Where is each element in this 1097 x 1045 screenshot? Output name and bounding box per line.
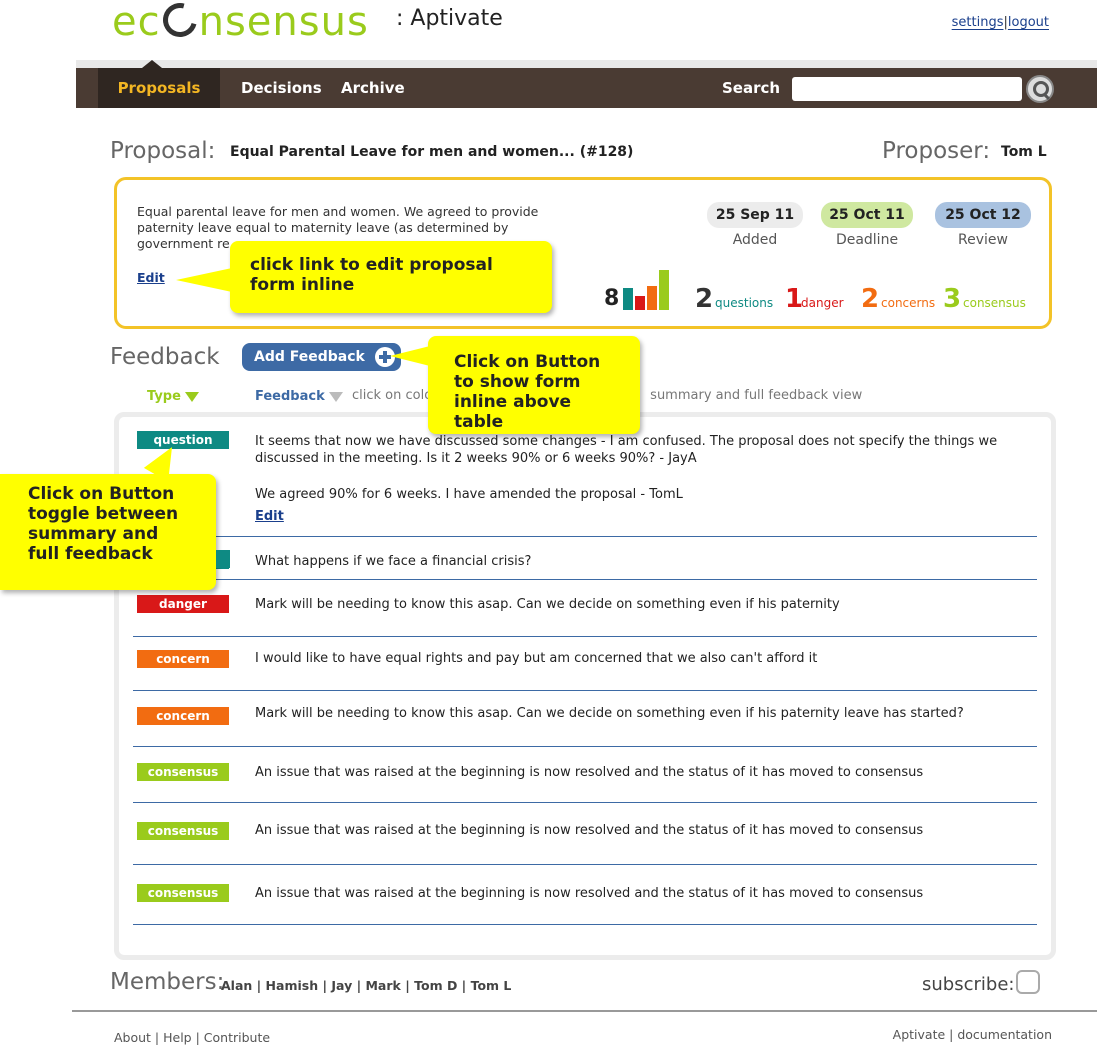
logo-text: ec nsensus [112, 0, 369, 44]
add-feedback-button[interactable]: Add Feedback [242, 343, 401, 371]
econsensus-logo[interactable]: ec nsensus [112, 0, 369, 44]
danger-label: danger [801, 296, 844, 310]
members-label: Members: [110, 969, 225, 995]
consensus-count: 3 [943, 284, 962, 314]
account-links: settings|logout [952, 15, 1049, 30]
search-icon[interactable] [1026, 75, 1054, 103]
type-badge-consensus[interactable]: consensus [137, 822, 229, 840]
add-feedback-label: Add Feedback [254, 349, 365, 365]
type-column-header[interactable]: Type [147, 389, 199, 404]
row-divider [133, 690, 1037, 691]
deadline-date-badge: 25 Oct 11 [821, 202, 913, 228]
callout-edit-inline: click link to edit proposal form inline [230, 241, 552, 313]
hint-text-end: summary and full feedback view [650, 388, 863, 403]
tab-proposals[interactable]: Proposals [98, 60, 220, 108]
members-list: Alan | Hamish | Jay | Mark | Tom D | Tom… [221, 978, 512, 993]
footer-links-right[interactable]: Aptivate | documentation [893, 1027, 1052, 1042]
callout-pointer [176, 268, 232, 292]
row-divider [133, 536, 1037, 537]
type-badge-question-fragment [216, 550, 230, 568]
type-column-label: Type [147, 389, 181, 404]
feedback-heading: Feedback [110, 344, 220, 370]
feedback-table: question It seems that now we have discu… [114, 412, 1056, 960]
proposer-label: Proposer: [882, 138, 991, 164]
type-badge-concern[interactable]: concern [137, 707, 229, 725]
row-divider [133, 579, 1037, 580]
organization-name: : Aptivate [396, 6, 503, 31]
footer-links-left[interactable]: About | Help | Contribute [114, 1030, 270, 1045]
added-caption: Added [732, 232, 778, 248]
row-divider [133, 864, 1037, 865]
tab-archive[interactable]: Archive [341, 68, 405, 108]
logo-circle-icon [156, 0, 203, 44]
feedback-text: Mark will be needing to know this asap. … [255, 597, 840, 612]
feedback-column-label: Feedback [255, 389, 325, 404]
row-divider [133, 746, 1037, 747]
row-divider [133, 802, 1037, 803]
concerns-label: concerns [881, 296, 936, 310]
feedback-text: Mark will be needing to know this asap. … [255, 706, 964, 721]
logout-link[interactable]: logout [1008, 15, 1049, 30]
search-label: Search [722, 79, 781, 97]
feedback-bar-chart-icon [623, 270, 669, 310]
settings-link[interactable]: settings [952, 15, 1004, 30]
feedback-text: An issue that was raised at the beginnin… [255, 886, 924, 901]
footer-divider [72, 1010, 1097, 1012]
sort-down-icon [328, 391, 343, 402]
edit-proposal-link[interactable]: Edit [137, 270, 165, 285]
row-divider [133, 636, 1037, 637]
sort-down-icon [184, 391, 199, 402]
type-badge-consensus[interactable]: consensus [137, 884, 229, 902]
type-badge-danger[interactable]: danger [137, 595, 229, 613]
total-feedback-count: 8 [604, 286, 620, 311]
proposal-label: Proposal: [110, 138, 216, 164]
proposer-name: Tom L [1001, 144, 1047, 160]
main-navbar: Proposals Decisions Archive Search [76, 60, 1097, 108]
search-input[interactable] [792, 77, 1022, 101]
deadline-caption: Deadline [835, 232, 899, 248]
feedback-text: What happens if we face a financial cris… [255, 554, 532, 569]
callout-pointer [390, 346, 430, 366]
concerns-count: 2 [861, 284, 880, 314]
feedback-text: It seems that now we have discussed some… [255, 434, 998, 466]
review-date-badge: 25 Oct 12 [935, 202, 1031, 228]
questions-label: questions [715, 296, 774, 310]
type-badge-consensus[interactable]: consensus [137, 763, 229, 781]
tab-decisions[interactable]: Decisions [241, 68, 322, 108]
row-divider [133, 924, 1037, 925]
proposal-title: Equal Parental Leave for men and women..… [230, 144, 634, 160]
subscribe-label: subscribe: [922, 974, 1015, 995]
feedback-text: An issue that was raised at the beginnin… [255, 765, 924, 780]
added-date-badge: 25 Sep 11 [707, 202, 803, 228]
callout-toggle: Click on Button toggle between summary a… [0, 474, 216, 590]
consensus-label: consensus [963, 296, 1026, 310]
type-badge-question[interactable]: question [137, 431, 229, 449]
edit-feedback-link[interactable]: Edit [255, 509, 284, 524]
feedback-text: I would like to have equal rights and pa… [255, 651, 818, 666]
subscribe-checkbox[interactable] [1016, 970, 1040, 994]
feedback-reply: We agreed 90% for 6 weeks. I have amende… [255, 487, 683, 502]
type-badge-concern[interactable]: concern [137, 650, 229, 668]
review-caption: Review [958, 232, 1008, 248]
questions-count: 2 [695, 284, 714, 314]
feedback-column-header[interactable]: Feedback [255, 389, 343, 404]
feedback-text: An issue that was raised at the beginnin… [255, 823, 924, 838]
callout-add-feedback: Click on Button to show form inline abov… [428, 336, 640, 434]
hint-text-start: click on colo [352, 388, 433, 403]
